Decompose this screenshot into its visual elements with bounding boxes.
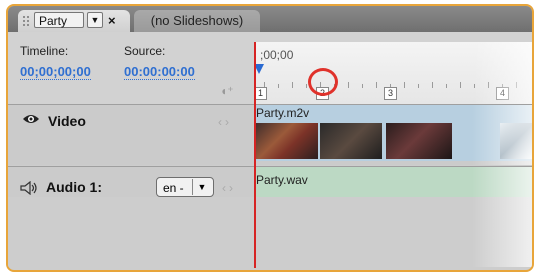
language-value: en - <box>163 181 184 195</box>
ruler-tick <box>348 82 349 88</box>
video-track-header: Video ‹› <box>8 105 254 165</box>
speaker-icon[interactable] <box>20 181 38 195</box>
ruler-tick <box>292 82 293 88</box>
video-thumbnail <box>254 123 318 159</box>
tab-slideshows[interactable]: (no Slideshows) <box>134 10 260 32</box>
track-nav-arrows[interactable]: ‹› <box>222 181 236 195</box>
eye-icon[interactable] <box>22 113 40 125</box>
ruler-tick <box>376 82 377 88</box>
ruler-tick <box>418 84 419 88</box>
ruler-tick <box>446 84 447 88</box>
chapter-marker-4[interactable]: 4 <box>496 87 509 100</box>
ruler-tick <box>404 82 405 88</box>
ruler-tick <box>516 82 517 88</box>
timeline-name-field[interactable]: Party <box>34 12 84 28</box>
chapter-marker-3[interactable]: 3 <box>384 87 397 100</box>
ruler-tick <box>460 82 461 88</box>
ruler-tick <box>362 84 363 88</box>
audio-track-name: Audio 1: <box>46 179 102 195</box>
video-clip[interactable]: Party.m2v <box>254 105 532 161</box>
tab-bar: Party ▼ × (no Slideshows) <box>8 6 532 32</box>
grip-icon[interactable] <box>22 15 30 27</box>
ruler-tick <box>432 82 433 88</box>
video-track-name: Video <box>48 113 86 129</box>
ruler-time-label: ;00;00 <box>260 48 294 62</box>
timeline-label: Timeline: <box>20 44 69 58</box>
playhead-line[interactable] <box>254 42 256 268</box>
audio-clip[interactable]: Party.wav <box>254 167 532 197</box>
chevron-down-icon[interactable]: ▼ <box>87 12 103 28</box>
ruler-tick <box>278 84 279 88</box>
screenshot-frame: Party ▼ × (no Slideshows) Timeline: Sour… <box>0 0 534 273</box>
source-label: Source: <box>124 44 166 58</box>
marker-highlight-circle <box>308 68 338 96</box>
source-timecode[interactable]: 00:00:00:00 <box>124 64 195 80</box>
audio-clip-name: Party.wav <box>256 173 308 187</box>
video-track: Video ‹› Party.m2v <box>8 104 532 165</box>
video-thumbnail <box>320 123 382 159</box>
time-ruler[interactable]: ;00;00 1 2 3 4 <box>254 42 532 104</box>
video-thumbnail <box>500 123 532 159</box>
snap-icon[interactable]: ◖⁺ <box>220 84 234 98</box>
timeline-header: Timeline: Source: 00;00;00;00 00:00:00:0… <box>8 32 532 104</box>
audio-track: Audio 1: en - ▼ ‹› Party.wav <box>8 166 532 267</box>
video-clip-name: Party.m2v <box>256 106 310 120</box>
tab-party[interactable]: Party ▼ × <box>18 10 130 32</box>
timeline-panel: Party ▼ × (no Slideshows) Timeline: Sour… <box>6 4 534 272</box>
audio-track-area <box>8 197 532 267</box>
close-icon[interactable]: × <box>108 10 116 32</box>
timeline-timecode[interactable]: 00;00;00;00 <box>20 64 91 80</box>
ruler-tick <box>488 82 489 88</box>
ruler-tick <box>306 84 307 88</box>
chevron-down-icon[interactable]: ▼ <box>192 179 211 195</box>
video-thumbnail <box>386 123 452 159</box>
track-nav-arrows[interactable]: ‹› <box>218 115 232 129</box>
ruler-tick <box>474 84 475 88</box>
